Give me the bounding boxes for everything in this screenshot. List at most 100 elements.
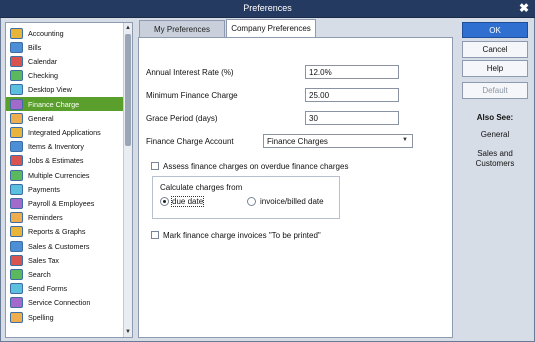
sidebar-item-label: Calendar xyxy=(28,56,58,66)
preferences-window: Accounting Bills Calendar Checking Desktop V… xyxy=(0,18,535,342)
also-see-sales-link-line1[interactable]: Sales and xyxy=(462,149,528,158)
reports-graphs-icon xyxy=(10,226,23,238)
interest-rate-field[interactable]: 12.0% xyxy=(305,65,399,79)
sidebar-item[interactable]: Search xyxy=(6,267,124,281)
sidebar-item[interactable]: Sales Tax xyxy=(6,253,124,267)
service-connection-icon xyxy=(10,297,23,309)
sidebar-item[interactable]: Sales & Customers xyxy=(6,239,124,253)
sidebar-item-label: Send Forms xyxy=(28,284,68,294)
tab-my-preferences[interactable]: My Preferences xyxy=(139,20,225,37)
due-date-label: due date xyxy=(170,196,205,207)
sidebar-item[interactable]: Reports & Graphs xyxy=(6,225,124,239)
sidebar-item-label: Bills xyxy=(28,42,42,52)
sidebar-item[interactable]: Payments xyxy=(6,182,124,196)
tab-company-preferences[interactable]: Company Preferences xyxy=(226,19,316,37)
sales-tax-icon xyxy=(10,254,23,266)
payments-icon xyxy=(10,183,23,195)
sidebar-item[interactable]: Integrated Applications xyxy=(6,125,124,139)
bills-icon xyxy=(10,41,23,53)
grace-period-label: Grace Period (days) xyxy=(146,114,218,123)
send-forms-icon xyxy=(10,283,23,295)
also-see-heading: Also See: xyxy=(476,113,514,122)
sidebar-item[interactable]: Reminders xyxy=(6,211,124,225)
scroll-down-icon[interactable]: ▼ xyxy=(124,328,132,336)
payroll-employees-icon xyxy=(10,197,23,209)
sales-customers-icon xyxy=(10,240,23,252)
sidebar-item-label: Sales Tax xyxy=(28,255,60,265)
finance-charge-icon xyxy=(10,98,23,110)
sidebar-item[interactable]: Checking xyxy=(6,69,124,83)
finance-charge-account-label: Finance Charge Account xyxy=(146,137,234,146)
accounting-icon xyxy=(10,27,23,39)
sidebar-item-label: Items & Inventory xyxy=(28,142,84,152)
close-icon[interactable]: ✖ xyxy=(519,1,529,16)
sidebar-item-label: General xyxy=(28,113,54,123)
also-see-general-link[interactable]: General xyxy=(462,130,528,139)
sidebar-item[interactable]: Finance Charge xyxy=(6,97,124,112)
sidebar-item-label: Checking xyxy=(28,71,58,81)
sidebar-item-label: Payments xyxy=(28,184,60,194)
company-preferences-panel: Annual Interest Rate (%) 12.0% Minimum F… xyxy=(138,37,453,338)
sidebar-item-label: Accounting xyxy=(28,28,64,38)
chevron-down-icon[interactable]: ▼ xyxy=(402,137,408,143)
sidebar-item-label: Search xyxy=(28,269,51,279)
also-see-sales-link-line2[interactable]: Customers xyxy=(462,159,528,168)
scroll-up-icon[interactable]: ▲ xyxy=(124,24,132,32)
sidebar-item[interactable]: Items & Inventory xyxy=(6,140,124,154)
due-date-radio[interactable] xyxy=(160,197,169,206)
assess-charges-checkbox[interactable] xyxy=(151,162,159,170)
scroll-thumb[interactable] xyxy=(125,34,131,146)
sidebar-item-label: Payroll & Employees xyxy=(28,198,95,208)
preferences-sidebar: Accounting Bills Calendar Checking Desktop V… xyxy=(5,22,133,338)
minimum-charge-field[interactable]: 25.00 xyxy=(305,88,399,102)
multiple-currencies-icon xyxy=(10,169,23,181)
sidebar-item[interactable]: Accounting xyxy=(6,26,124,40)
interest-rate-label: Annual Interest Rate (%) xyxy=(146,68,234,77)
jobs-estimates-icon xyxy=(10,155,23,167)
sidebar-item-label: Finance Charge xyxy=(28,99,80,109)
sidebar-item[interactable]: Desktop View xyxy=(6,83,124,97)
minimum-charge-label: Minimum Finance Charge xyxy=(146,91,238,100)
sidebar-item-label: Sales & Customers xyxy=(28,241,90,251)
calculate-charges-label: Calculate charges from xyxy=(160,183,243,192)
sidebar-item-label: Reports & Graphs xyxy=(28,227,86,237)
sidebar-item[interactable]: Spelling xyxy=(6,310,124,324)
sidebar-item[interactable]: Calendar xyxy=(6,54,124,68)
sidebar-item-label: Reminders xyxy=(28,213,63,223)
sidebar-item[interactable]: Multiple Currencies xyxy=(6,168,124,182)
sidebar-item-label: Multiple Currencies xyxy=(28,170,90,180)
reminders-icon xyxy=(10,212,23,224)
desktop-view-icon xyxy=(10,84,23,96)
sidebar-item[interactable]: Send Forms xyxy=(6,282,124,296)
search-icon xyxy=(10,268,23,280)
sidebar-item-label: Integrated Applications xyxy=(28,127,101,137)
sidebar-item[interactable]: General xyxy=(6,111,124,125)
sidebar-item-label: Desktop View xyxy=(28,85,72,95)
checking-icon xyxy=(10,70,23,82)
ok-button[interactable]: OK xyxy=(462,22,528,38)
invoice-date-radio[interactable] xyxy=(247,197,256,206)
sidebar-item-label: Jobs & Estimates xyxy=(28,156,84,166)
finance-charge-account-select[interactable]: Finance Charges ▼ xyxy=(263,134,413,148)
window-title: Preferences xyxy=(243,3,292,13)
default-button[interactable]: Default xyxy=(462,82,528,99)
sidebar-scrollbar[interactable]: ▲ ▼ xyxy=(123,23,132,337)
mark-printed-checkbox[interactable] xyxy=(151,231,159,239)
mark-printed-label: Mark finance charge invoices "To be prin… xyxy=(163,231,321,240)
assess-charges-label: Assess finance charges on overdue financ… xyxy=(163,162,349,171)
sidebar-item-label: Spelling xyxy=(28,312,54,322)
help-button[interactable]: Help xyxy=(462,60,528,77)
sidebar-item[interactable]: Payroll & Employees xyxy=(6,196,124,210)
invoice-date-label: invoice/billed date xyxy=(260,197,324,206)
grace-period-field[interactable]: 30 xyxy=(305,111,399,125)
sidebar-item[interactable]: Jobs & Estimates xyxy=(6,154,124,168)
title-bar: Preferences ✖ xyxy=(0,0,535,18)
calendar-icon xyxy=(10,55,23,67)
calculate-charges-group: Calculate charges from due date invoice/… xyxy=(152,176,340,219)
sidebar-item[interactable]: Bills xyxy=(6,40,124,54)
sidebar-item[interactable]: Service Connection xyxy=(6,296,124,310)
general-icon xyxy=(10,112,23,124)
finance-charge-account-value: Finance Charges xyxy=(267,137,328,146)
cancel-button[interactable]: Cancel xyxy=(462,41,528,58)
sidebar-item-label: Service Connection xyxy=(28,298,91,308)
